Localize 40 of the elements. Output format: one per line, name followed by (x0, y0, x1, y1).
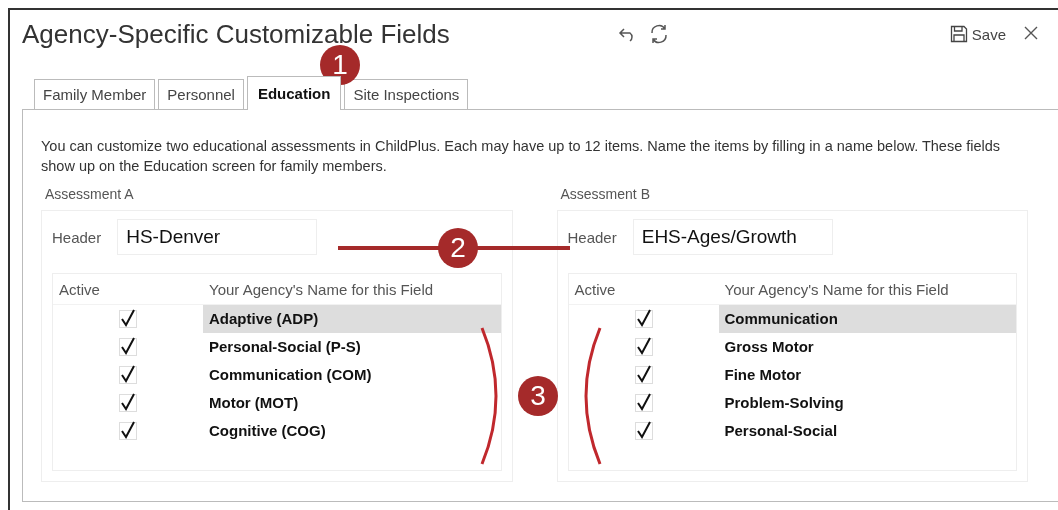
field-name[interactable]: Problem-Solving (718, 389, 1016, 417)
field-name[interactable]: Adaptive (ADP) (203, 305, 501, 333)
field-name[interactable]: Personal-Social (P-S) (203, 333, 501, 361)
callout-badge: 3 (518, 376, 558, 416)
column-header: Active (573, 280, 617, 298)
column-header: Your Agency's Name for this Field (208, 280, 435, 298)
field-name[interactable]: Communication (COM) (203, 361, 501, 389)
tab[interactable]: Personnel (158, 79, 244, 109)
callout-badge: 2 (438, 228, 478, 268)
save-icon (949, 25, 968, 43)
field-name[interactable]: Gross Motor (718, 333, 1016, 361)
field-name[interactable]: Motor (MOT) (203, 389, 501, 417)
tab[interactable]: Family Member (34, 79, 156, 109)
checkbox[interactable] (119, 366, 137, 384)
checkbox[interactable] (634, 338, 653, 356)
description-text: You can customize two educational assessments in ChildPlus. Each may have up to 12 items. Name the items by filling in a name below. These fields show up on the Education screen for family members. (41, 137, 1002, 176)
checkbox[interactable] (119, 422, 137, 440)
field-name[interactable]: Personal-Social (718, 417, 1016, 445)
tab[interactable]: Education (246, 76, 342, 110)
group-title: Assessment B (560, 186, 651, 202)
field-label: Header (52, 228, 102, 246)
field-label: Header (567, 228, 617, 246)
checkbox[interactable] (119, 394, 137, 412)
checkbox[interactable] (634, 394, 653, 412)
group-title: Assessment A (45, 186, 135, 202)
checkbox[interactable] (634, 366, 653, 384)
close-icon (1024, 25, 1038, 40)
field-name[interactable]: Cognitive (COG) (203, 417, 501, 445)
header-field[interactable]: HS-Denver (117, 219, 318, 255)
save-button[interactable]: Save (947, 23, 1008, 45)
checkbox[interactable] (634, 310, 653, 328)
field-name[interactable]: Communication (718, 305, 1016, 333)
tab[interactable]: Site Inspections (344, 79, 469, 109)
checkbox[interactable] (119, 338, 137, 356)
field-name[interactable]: Fine Motor (718, 361, 1016, 389)
header-field[interactable]: EHS-Ages/Growth (632, 219, 833, 255)
checkbox[interactable] (119, 310, 137, 328)
checkbox[interactable] (634, 422, 653, 440)
column-header: Your Agency's Name for this Field (723, 280, 950, 298)
column-header: Active (58, 280, 101, 298)
